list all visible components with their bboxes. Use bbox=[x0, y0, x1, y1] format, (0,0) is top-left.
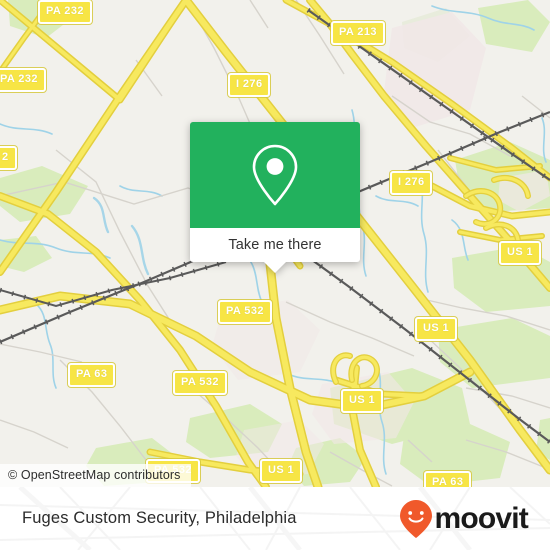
popup-header bbox=[190, 122, 360, 228]
road-shield: PA 532 bbox=[218, 300, 272, 324]
map-pin-icon bbox=[252, 144, 298, 206]
place-popup-card[interactable]: Take me there bbox=[190, 122, 360, 273]
map-attribution[interactable]: © OpenStreetMap contributors bbox=[0, 464, 191, 487]
road-shield: US 1 bbox=[260, 459, 303, 483]
road-shield: US 1 bbox=[341, 389, 384, 413]
road-shield: PA 63 bbox=[424, 471, 472, 487]
moovit-wordmark: moovit bbox=[434, 501, 528, 535]
road-shield: I 276 bbox=[390, 171, 433, 195]
map-canvas[interactable]: PA 232 PA 213 I 276 PA 232 2 I 276 US 1 PA 532 U… bbox=[0, 0, 550, 487]
road-shield: PA 232 bbox=[38, 0, 92, 24]
road-shield: PA 63 bbox=[68, 363, 116, 387]
road-shield: PA 213 bbox=[331, 21, 385, 45]
take-me-there-label: Take me there bbox=[228, 237, 322, 253]
popup-tail-pointer bbox=[264, 262, 286, 273]
moovit-logo[interactable]: moovit bbox=[399, 499, 529, 539]
road-shield: US 1 bbox=[499, 241, 542, 265]
moovit-pin-icon bbox=[400, 499, 433, 538]
road-shield: PA 532 bbox=[173, 371, 227, 395]
road-shield: 2 bbox=[0, 146, 17, 170]
road-shield: US 1 bbox=[415, 317, 458, 341]
road-shield: PA 232 bbox=[0, 68, 46, 92]
popup-action-bar[interactable]: Take me there bbox=[190, 228, 360, 262]
footer-bar: Fuges Custom Security, Philadelphia moov… bbox=[0, 487, 550, 550]
place-title: Fuges Custom Security, Philadelphia bbox=[22, 509, 297, 527]
road-shield: I 276 bbox=[228, 73, 271, 97]
